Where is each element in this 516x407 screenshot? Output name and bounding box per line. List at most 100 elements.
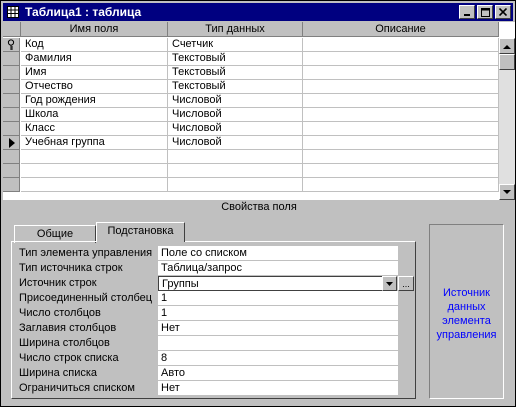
close-button[interactable] [495,5,511,19]
property-value[interactable]: 8 [158,351,398,366]
property-label: Число столбцов [19,307,101,319]
property-row: Число строк списка 8 [15,351,398,366]
row-selector[interactable] [3,178,20,192]
cell-description[interactable] [303,38,499,52]
row-selector[interactable] [3,38,20,52]
cell-description[interactable] [303,178,499,192]
row-selector[interactable] [3,150,20,164]
property-row: Ограничиться списком Нет [15,381,398,396]
row-selector[interactable] [3,52,20,66]
property-value[interactable]: Поле со списком [158,246,398,261]
property-label: Тип источника строк [19,262,123,274]
scroll-thumb[interactable] [499,54,515,70]
cell-field-name[interactable]: Класс [21,122,168,136]
table-row[interactable]: Школа Числовой [21,108,499,122]
cell-data-type[interactable]: Текстовый [168,52,303,66]
cell-description[interactable] [303,52,499,66]
row-selector[interactable] [3,80,20,94]
property-label: Источник строк [19,277,97,289]
tab-lookup[interactable]: Подстановка [96,222,185,242]
column-header-description[interactable]: Описание [303,22,499,37]
table-row[interactable] [21,164,499,178]
cell-data-type[interactable]: Счетчик [168,38,303,52]
cell-data-type[interactable]: Числовой [168,122,303,136]
table-row[interactable]: Имя Текстовый [21,66,499,80]
cell-data-type[interactable] [168,164,303,178]
cell-data-type[interactable]: Числовой [168,136,303,150]
maximize-button[interactable] [477,5,493,19]
column-header-data-type[interactable]: Тип данных [168,22,303,37]
cell-description[interactable] [303,136,499,150]
cell-data-type[interactable] [168,150,303,164]
cell-field-name[interactable]: Отчество [21,80,168,94]
cell-data-type[interactable]: Текстовый [168,66,303,80]
cell-field-name[interactable]: Фамилия [21,52,168,66]
cell-description[interactable] [303,164,499,178]
table-row[interactable]: Класс Числовой [21,122,499,136]
property-label: Присоединенный столбец [19,292,153,304]
dropdown-button[interactable] [382,276,397,291]
property-label: Ограничиться списком [19,382,135,394]
scroll-down-button[interactable] [499,184,515,200]
key-icon [7,39,15,50]
cell-field-name[interactable]: Учебная группа [21,136,168,150]
property-value[interactable]: Нет [158,321,398,336]
property-label: Число строк списка [19,352,119,364]
cell-description[interactable] [303,122,499,136]
row-selector[interactable] [3,164,20,178]
select-all-corner[interactable] [3,22,21,37]
cell-description[interactable] [303,80,499,94]
column-header-field-name[interactable]: Имя поля [21,22,168,37]
cell-field-name[interactable] [21,150,168,164]
table-row[interactable]: Отчество Текстовый [21,80,499,94]
property-row: Тип элемента управления Поле со списком [15,246,398,261]
cell-description[interactable] [303,94,499,108]
cell-field-name[interactable]: Код [21,38,168,52]
table-row[interactable]: Учебная группа Числовой [21,136,499,150]
table-row[interactable]: Фамилия Текстовый [21,52,499,66]
field-grid: Имя поля Тип данных Описание Код Счетчик Ф… [3,22,515,200]
scroll-up-button[interactable] [499,38,515,54]
property-label: Заглавия столбцов [19,322,117,334]
property-value[interactable]: 1 [158,291,398,306]
property-value[interactable]: Авто [158,366,398,381]
table-row[interactable] [21,150,499,164]
cell-data-type[interactable]: Текстовый [168,80,303,94]
cell-data-type[interactable] [168,178,303,192]
property-label: Тип элемента управления [19,247,153,259]
property-value[interactable]: Таблица/запрос [158,261,398,276]
arrow-up-icon [503,44,511,49]
title-bar[interactable]: Таблица1 : таблица [3,3,513,21]
cell-field-name[interactable] [21,164,168,178]
row-selector[interactable] [3,94,20,108]
property-row: Заглавия столбцов Нет [15,321,398,336]
cell-description[interactable] [303,150,499,164]
property-value[interactable] [158,336,398,351]
cell-field-name[interactable]: Год рождения [21,94,168,108]
property-row: Присоединенный столбец 1 [15,291,398,306]
table-row[interactable]: Код Счетчик [21,38,499,52]
cell-data-type[interactable]: Числовой [168,94,303,108]
minimize-button[interactable] [459,5,475,19]
row-selector[interactable] [3,108,20,122]
row-selector[interactable] [3,136,20,150]
table-row[interactable]: Год рождения Числовой [21,94,499,108]
table-icon [7,6,19,18]
cell-data-type[interactable]: Числовой [168,108,303,122]
row-selector[interactable] [3,66,20,80]
minimize-icon [464,14,470,16]
cell-description[interactable] [303,108,499,122]
cell-field-name[interactable]: Школа [21,108,168,122]
property-value[interactable]: 1 [158,306,398,321]
row-selector[interactable] [3,122,20,136]
cell-field-name[interactable]: Имя [21,66,168,80]
cell-field-name[interactable] [21,178,168,192]
vertical-scrollbar[interactable] [499,38,515,200]
cell-description[interactable] [303,66,499,80]
property-row: Ширина столбцов [15,336,398,351]
table-row[interactable] [21,178,499,192]
builder-button[interactable]: ... [398,276,414,291]
property-value[interactable]: Группы [158,276,384,291]
maximize-icon [480,7,490,17]
property-value[interactable]: Нет [158,381,398,396]
